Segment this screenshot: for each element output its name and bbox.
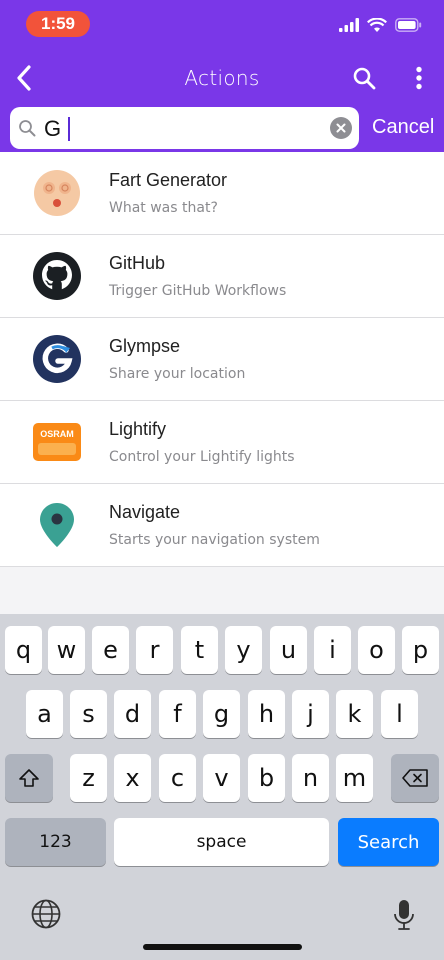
dictation-button[interactable]: [392, 898, 416, 932]
key-l[interactable]: l: [381, 690, 418, 738]
microphone-icon: [394, 900, 414, 930]
key-g[interactable]: g: [203, 690, 240, 738]
list-item-fart-generator[interactable]: Fart Generator What was that?: [0, 152, 444, 235]
key-a[interactable]: a: [26, 690, 63, 738]
item-title: Navigate: [109, 502, 181, 522]
key-q[interactable]: q: [5, 626, 42, 674]
key-f[interactable]: f: [159, 690, 196, 738]
shift-key[interactable]: [5, 754, 53, 802]
search-return-key[interactable]: Search: [338, 818, 439, 866]
item-title: Lightify: [109, 419, 167, 439]
key-b[interactable]: b: [248, 754, 285, 802]
search-input[interactable]: [44, 107, 324, 149]
list-item-github[interactable]: GitHub Trigger GitHub Workflows: [0, 235, 444, 318]
item-title: Glympse: [109, 336, 181, 356]
status-bar: 1:59: [0, 0, 444, 46]
key-p[interactable]: p: [402, 626, 439, 674]
lightify-icon: OSRAM: [33, 423, 81, 461]
shift-arrow-icon: [19, 769, 39, 787]
close-icon: [336, 123, 346, 133]
osram-logo-text: OSRAM: [40, 429, 74, 439]
list-item-glympse[interactable]: Glympse Share your location: [0, 318, 444, 401]
wifi-icon: [367, 17, 387, 32]
app-header: 1:59 Actions G Cancel: [0, 0, 444, 152]
list-item-lightify[interactable]: OSRAM Lightify Control your Lightify lig…: [0, 401, 444, 484]
key-i[interactable]: i: [314, 626, 351, 674]
clear-search-button[interactable]: [330, 117, 352, 139]
key-t[interactable]: t: [181, 626, 218, 674]
cellular-signal-icon: [339, 18, 359, 32]
backspace-icon: [402, 769, 428, 787]
key-w[interactable]: w: [48, 626, 85, 674]
key-z[interactable]: z: [70, 754, 107, 802]
status-icons: [339, 16, 422, 34]
key-j[interactable]: j: [292, 690, 329, 738]
globe-icon: [31, 899, 61, 929]
key-e[interactable]: e: [92, 626, 129, 674]
search-button[interactable]: [346, 60, 382, 96]
search-icon: [353, 67, 376, 90]
key-y[interactable]: y: [225, 626, 262, 674]
key-u[interactable]: u: [270, 626, 307, 674]
key-v[interactable]: v: [203, 754, 240, 802]
cancel-button[interactable]: Cancel: [372, 116, 434, 139]
item-subtitle: Control your Lightify lights: [109, 449, 295, 465]
search-bar: [10, 107, 359, 149]
on-screen-keyboard: q w e r t y u i o p a s d f g h j k l z …: [0, 614, 444, 960]
item-subtitle: Share your location: [109, 366, 246, 382]
key-o[interactable]: o: [358, 626, 395, 674]
home-indicator[interactable]: [143, 944, 302, 950]
nav-bar: Actions: [0, 54, 444, 102]
battery-icon: [395, 18, 422, 32]
more-options-button[interactable]: [404, 60, 434, 96]
key-d[interactable]: d: [114, 690, 151, 738]
search-field-icon: [19, 120, 36, 137]
item-subtitle: What was that?: [109, 200, 218, 216]
numbers-key[interactable]: 123: [5, 818, 106, 866]
more-vertical-icon: [416, 66, 422, 90]
key-m[interactable]: m: [336, 754, 373, 802]
key-c[interactable]: c: [159, 754, 196, 802]
item-title: GitHub: [109, 253, 166, 273]
key-h[interactable]: h: [248, 690, 285, 738]
status-time: 1:59: [26, 11, 90, 37]
key-r[interactable]: r: [136, 626, 173, 674]
list-item-navigate[interactable]: Navigate Starts your navigation system: [0, 484, 444, 567]
fart-face-icon: [34, 170, 80, 216]
item-subtitle: Trigger GitHub Workflows: [109, 283, 287, 299]
key-n[interactable]: n: [292, 754, 329, 802]
item-title: Fart Generator: [109, 170, 228, 190]
key-s[interactable]: s: [70, 690, 107, 738]
space-key[interactable]: space: [114, 818, 329, 866]
map-pin-icon: [40, 503, 74, 547]
delete-key[interactable]: [391, 754, 439, 802]
key-k[interactable]: k: [336, 690, 373, 738]
key-x[interactable]: x: [114, 754, 151, 802]
glympse-icon: [33, 335, 81, 383]
globe-button[interactable]: [30, 898, 62, 930]
text-caret: [68, 117, 70, 141]
item-subtitle: Starts your navigation system: [109, 532, 320, 548]
actions-list: Fart Generator What was that? GitHub Tri…: [0, 152, 444, 567]
github-icon: [33, 252, 81, 300]
